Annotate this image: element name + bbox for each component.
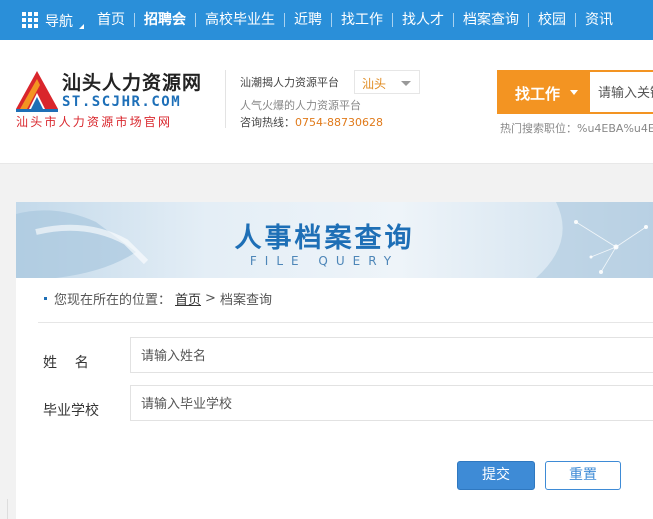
nav-item-archive-query[interactable]: 档案查询 [454, 12, 528, 28]
bullet-icon [44, 297, 47, 300]
breadcrumb-prefix: 您现在所在的位置： [54, 293, 172, 308]
breadcrumb-home-link[interactable]: 首页 [175, 289, 201, 308]
nav-caret-icon [79, 24, 84, 29]
logo-title[interactable]: 汕头人力资源网 [62, 68, 202, 95]
top-nav-bar: 导航 首页 招聘会 高校毕业生 近聘 找工作 找人才 档案查询 校园 资讯 [0, 0, 653, 40]
chevron-down-icon [401, 81, 411, 86]
city-select[interactable]: 汕头 [354, 70, 420, 94]
hot-search[interactable]: 热门搜索职位：%u4EBA%u4E8B [500, 120, 653, 136]
banner-title: 人事档案查询 [234, 223, 415, 254]
breadcrumb-divider [38, 322, 653, 323]
breadcrumb-separator: > [205, 291, 216, 306]
nav-menu-label[interactable]: 导航 [45, 11, 73, 31]
school-label: 毕业学校 [43, 403, 99, 419]
nav-item-home[interactable]: 首页 [88, 12, 134, 28]
banner-subtitle: FILE QUERY [249, 254, 400, 268]
name-input[interactable] [130, 337, 653, 373]
nav-item-recent-hiring[interactable]: 近聘 [285, 12, 331, 28]
logo-icon[interactable] [14, 69, 60, 113]
submit-button[interactable]: 提交 [457, 461, 535, 490]
nav-item-campus[interactable]: 校园 [529, 12, 575, 28]
breadcrumb: 您现在所在的位置： 首页 > 档案查询 [44, 289, 272, 308]
search-type-select[interactable]: 找工作 [499, 72, 590, 112]
hotline: 咨询热线：0754-88730628 [240, 114, 383, 130]
school-input[interactable] [130, 385, 653, 421]
search-type-label: 找工作 [515, 85, 561, 103]
chevron-down-icon [570, 90, 578, 95]
search-input[interactable] [590, 72, 653, 112]
hotline-number: 0754-88730628 [295, 116, 383, 129]
name-label: 姓 名 [43, 355, 89, 371]
slogan: 人气火爆的人力资源平台 [240, 99, 361, 112]
nav-items: 首页 招聘会 高校毕业生 近聘 找工作 找人才 档案查询 校园 资讯 [88, 0, 622, 40]
nav-item-find-talent[interactable]: 找人才 [393, 12, 453, 28]
page-corner-edge [0, 499, 8, 519]
site-header: 汕头人力资源网 ST.SCJHR.COM 汕头市人力资源市场官网 汕潮揭人力资源… [0, 40, 653, 164]
breadcrumb-current: 档案查询 [219, 293, 272, 308]
nav-item-job-fair[interactable]: 招聘会 [135, 12, 195, 28]
search-box: 找工作 [497, 70, 653, 114]
logo-domain[interactable]: ST.SCJHR.COM [62, 94, 181, 110]
platform-name: 汕潮揭人力资源平台 [240, 76, 339, 89]
city-select-value: 汕头 [362, 77, 387, 91]
nav-item-graduates[interactable]: 高校毕业生 [196, 12, 284, 28]
page-side-margin [0, 202, 16, 519]
nav-item-news[interactable]: 资讯 [576, 12, 622, 28]
reset-button[interactable]: 重置 [545, 461, 621, 490]
logo-subtitle: 汕头市人力资源市场官网 [16, 115, 173, 129]
page-background-band [0, 164, 653, 202]
page-banner: 人事档案查询 FILE QUERY [16, 202, 653, 278]
grid-menu-icon[interactable] [22, 12, 38, 28]
header-divider [225, 70, 226, 128]
nav-item-find-job[interactable]: 找工作 [332, 12, 392, 28]
hotline-label: 咨询热线： [240, 116, 295, 129]
